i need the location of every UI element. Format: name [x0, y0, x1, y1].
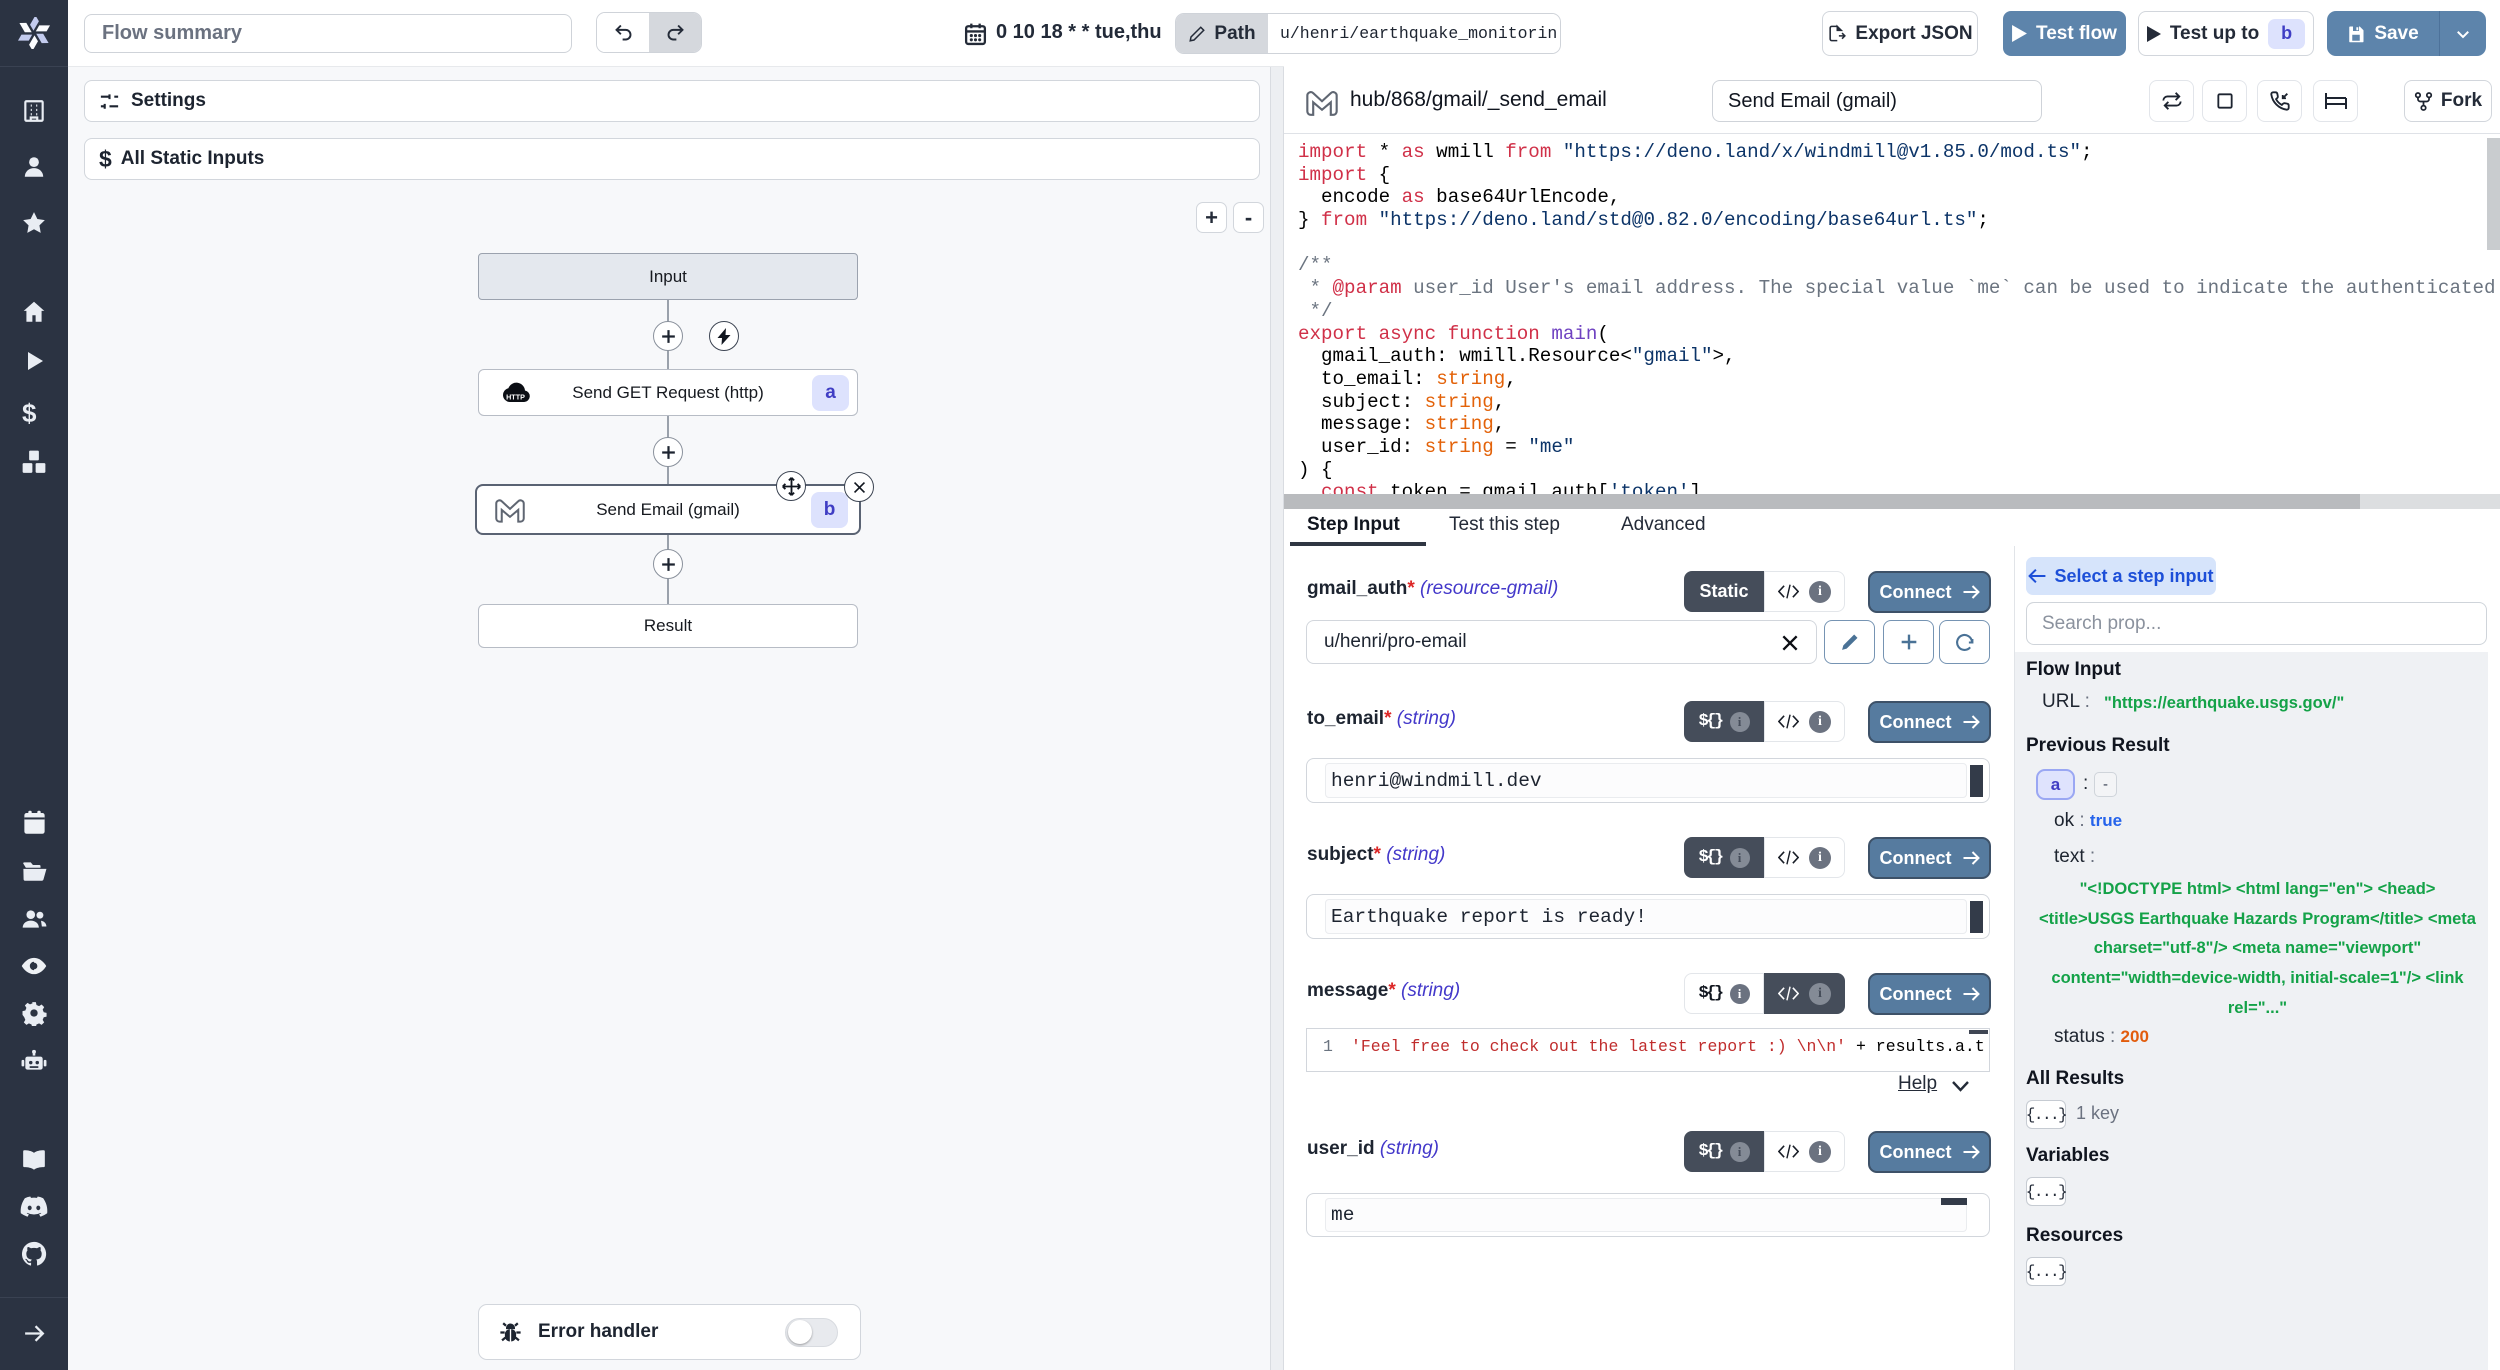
svg-text:HTTP: HTTP — [506, 393, 525, 402]
